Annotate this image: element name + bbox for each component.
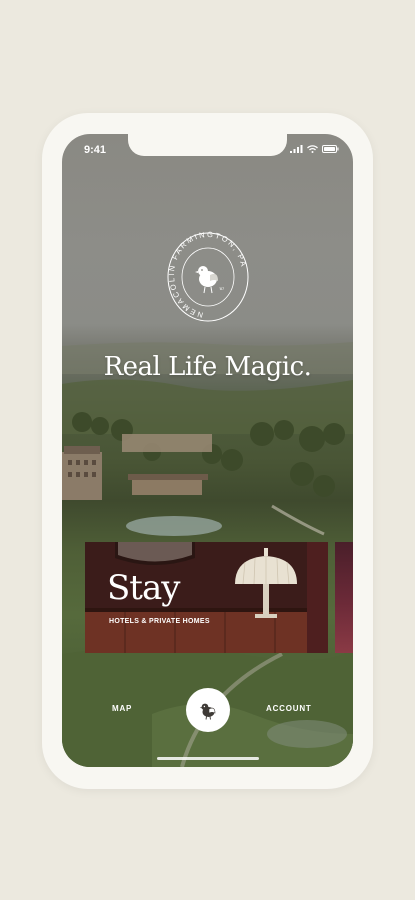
svg-text:'87: '87 (219, 286, 225, 291)
home-button[interactable] (186, 688, 230, 732)
hero-background-image (62, 342, 353, 767)
home-indicator[interactable] (157, 757, 259, 760)
phone-frame: 9:41 NEMACOLIN FARMINGTON, PA '87 Real L… (42, 113, 373, 789)
app-screen: 9:41 NEMACOLIN FARMINGTON, PA '87 Real L… (62, 134, 353, 767)
bird-icon (199, 703, 216, 720)
hero-tagline: Real Life Magic. (103, 352, 312, 382)
stay-card-subtitle: HOTELS & PRIVATE HOMES (109, 618, 210, 625)
next-card-peek[interactable] (335, 542, 353, 653)
nav-account[interactable]: ACCOUNT (266, 704, 312, 713)
device-notch (128, 134, 287, 156)
status-time: 9:41 (84, 144, 107, 156)
logo-seal: NEMACOLIN FARMINGTON, PA '87 (167, 230, 249, 322)
wifi-icon (307, 145, 318, 153)
stay-card-title: Stay (107, 568, 180, 608)
status-icons (290, 145, 339, 153)
battery-icon (322, 145, 339, 153)
nemacolin-logo: NEMACOLIN FARMINGTON, PA '87 (166, 230, 250, 323)
stay-card[interactable]: Stay HOTELS & PRIVATE HOMES (85, 542, 328, 653)
nav-map[interactable]: MAP (112, 704, 132, 713)
signal-icon (290, 145, 303, 153)
